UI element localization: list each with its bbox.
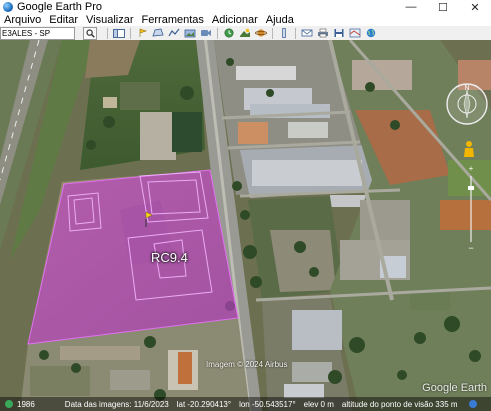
latitude-readout: lat -20.290413° bbox=[176, 399, 232, 409]
menu-ajuda[interactable]: Ajuda bbox=[266, 14, 294, 26]
sunlight-button[interactable] bbox=[238, 28, 252, 39]
ruler-icon bbox=[282, 28, 286, 38]
svg-text:+: + bbox=[469, 164, 474, 173]
toolbar: E3ALES - SP bbox=[0, 26, 491, 41]
menu-editar[interactable]: Editar bbox=[49, 14, 78, 26]
add-overlay-icon bbox=[184, 29, 196, 38]
menu-visualizar[interactable]: Visualizar bbox=[86, 14, 134, 26]
view-in-maps-icon bbox=[349, 28, 361, 38]
record-tour-icon bbox=[201, 30, 211, 36]
globe-icon bbox=[5, 400, 13, 408]
historical-imagery-icon bbox=[224, 28, 234, 38]
add-path-button[interactable] bbox=[167, 28, 181, 39]
menu-ferramentas[interactable]: Ferramentas bbox=[142, 14, 204, 26]
status-bar: 1986 Data das imagens: 11/6/2023 lat -20… bbox=[0, 397, 491, 411]
longitude-readout: lon -50.543517° bbox=[239, 399, 296, 409]
sidebar-toggle-icon bbox=[113, 28, 125, 38]
search-icon bbox=[85, 28, 95, 38]
toolbar-separator bbox=[272, 27, 273, 39]
add-polygon-button[interactable] bbox=[151, 28, 165, 39]
earth-gallery-icon bbox=[366, 28, 376, 38]
title-bar: Google Earth Pro — ☐ ✕ bbox=[0, 0, 491, 14]
compass-north-label: N bbox=[464, 85, 469, 92]
toolbar-separator bbox=[107, 27, 108, 39]
sidebar-toggle-button[interactable] bbox=[112, 28, 126, 39]
streaming-status-icon bbox=[468, 400, 477, 408]
ruler-button[interactable] bbox=[277, 28, 291, 39]
map-view[interactable]: N + − RC9.4 Imagem © 2024 Airbus Google … bbox=[0, 40, 491, 411]
save-image-icon bbox=[334, 29, 344, 37]
add-placemark-icon bbox=[139, 28, 147, 37]
scale-value: 1986 bbox=[17, 399, 35, 409]
menu-adicionar[interactable]: Adicionar bbox=[212, 14, 258, 26]
add-overlay-button[interactable] bbox=[183, 28, 197, 39]
planets-icon bbox=[255, 29, 267, 37]
record-tour-button[interactable] bbox=[199, 28, 213, 39]
toolbar-separator bbox=[217, 27, 218, 39]
zoom-slider[interactable]: + − bbox=[466, 164, 476, 252]
search-input[interactable]: E3ALES - SP bbox=[0, 26, 75, 40]
close-button[interactable]: ✕ bbox=[459, 0, 491, 14]
window-title: Google Earth Pro bbox=[17, 1, 102, 13]
email-button[interactable] bbox=[300, 28, 314, 39]
eye-altitude-readout: altitude do ponto de visão 335 m bbox=[341, 399, 458, 409]
window-controls: — ☐ ✕ bbox=[395, 0, 491, 14]
google-earth-app-icon bbox=[3, 2, 13, 12]
email-icon bbox=[301, 29, 313, 37]
elevation-readout: elev 0 m bbox=[303, 399, 334, 409]
maximize-button[interactable]: ☐ bbox=[427, 0, 459, 14]
minimize-button[interactable]: — bbox=[395, 0, 427, 14]
historical-imagery-button[interactable] bbox=[222, 28, 236, 39]
toolbar-separator bbox=[130, 27, 131, 39]
add-placemark-button[interactable] bbox=[135, 28, 149, 39]
sunlight-icon bbox=[240, 28, 250, 37]
save-image-button[interactable] bbox=[332, 28, 346, 39]
view-in-maps-button[interactable] bbox=[348, 28, 362, 39]
satellite-imagery bbox=[0, 40, 491, 411]
google-earth-watermark: Google Earth bbox=[422, 382, 487, 394]
compass-icon[interactable]: N bbox=[444, 81, 490, 127]
planets-button[interactable] bbox=[254, 28, 268, 39]
print-icon bbox=[318, 28, 328, 38]
search-button[interactable] bbox=[83, 26, 97, 40]
placemark-label[interactable]: RC9.4 bbox=[151, 250, 188, 265]
svg-text:−: − bbox=[468, 243, 473, 252]
toolbar-separator bbox=[295, 27, 296, 39]
menu-bar: Arquivo Editar Visualizar Ferramentas Ad… bbox=[0, 14, 491, 26]
add-polygon-icon bbox=[152, 28, 164, 37]
earth-gallery-button[interactable] bbox=[364, 28, 378, 39]
add-path-icon bbox=[168, 28, 180, 37]
imagery-date: Data das imagens: 11/6/2023 bbox=[64, 399, 169, 409]
imagery-credit: Imagem © 2024 Airbus bbox=[206, 360, 288, 369]
street-view-pegman-icon[interactable] bbox=[461, 140, 477, 158]
menu-arquivo[interactable]: Arquivo bbox=[4, 14, 41, 26]
print-button[interactable] bbox=[316, 28, 330, 39]
